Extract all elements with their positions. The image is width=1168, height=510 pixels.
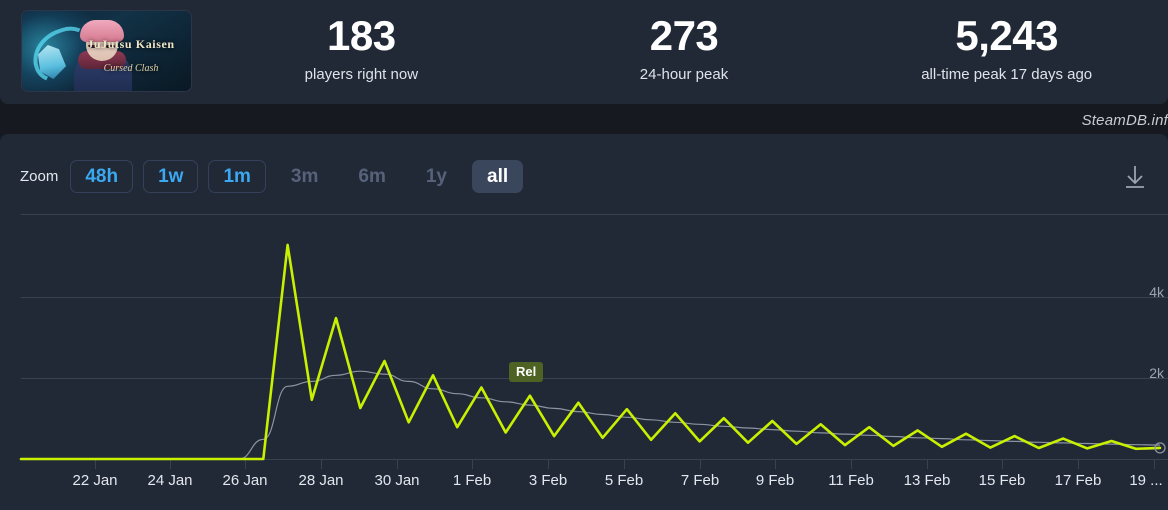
stat-label: all-time peak 17 days ago — [921, 66, 1093, 84]
game-capsule-image[interactable]: JuJutsu Kaisen Cursed Clash — [22, 11, 191, 91]
zoom-range-3m[interactable]: 3m — [276, 160, 333, 193]
chart-zoom-controls: Zoom 48h 1w 1m 3m 6m 1y all — [20, 160, 524, 193]
stat-value: 183 — [327, 12, 396, 59]
stat-value: 5,243 — [955, 12, 1058, 59]
capsule-game-subtitle: Cursed Clash — [103, 63, 159, 74]
steamdb-branding: SteamDB.inf — [1081, 112, 1168, 129]
stat-label: players right now — [304, 66, 419, 84]
chart-plot-area: 4k 2k 22 Jan 24 Jan 26 Jan 28 Jan 30 Jan… — [0, 214, 1168, 510]
zoom-range-1m[interactable]: 1m — [208, 160, 266, 193]
download-icon[interactable] — [1118, 160, 1152, 194]
chart-series-svg — [19, 243, 1166, 461]
page-background-strip — [0, 104, 1168, 134]
zoom-range-all[interactable]: all — [472, 160, 524, 193]
stats-row: 183 players right now 273 24-hour peak 5… — [200, 0, 1168, 104]
stat-24-hour-peak: 273 24-hour peak — [523, 0, 846, 104]
release-annotation-flag[interactable]: Rel — [509, 362, 544, 383]
zoom-range-1w[interactable]: 1w — [143, 160, 199, 193]
game-stats-header: JuJutsu Kaisen Cursed Clash 183 players … — [0, 0, 1168, 104]
zoom-label: Zoom — [20, 168, 59, 185]
peak-players-line — [19, 243, 1162, 461]
stat-value: 273 — [649, 12, 719, 59]
zoom-range-6m[interactable]: 6m — [343, 160, 400, 193]
stat-players-right-now: 183 players right now — [200, 0, 523, 104]
capsule-game-title: JuJutsu Kaisen — [87, 37, 175, 51]
zoom-range-1y[interactable]: 1y — [411, 160, 462, 193]
stat-label: 24-hour peak — [639, 66, 729, 84]
steamdb-chart-page: JuJutsu Kaisen Cursed Clash 183 players … — [0, 0, 1168, 510]
zoom-range-48h[interactable]: 48h — [70, 160, 134, 193]
player-count-chart-panel: Zoom 48h 1w 1m 3m 6m 1y all 4k 2k 22 Jan… — [0, 134, 1168, 510]
stat-all-time-peak: 5,243 all-time peak 17 days ago — [845, 0, 1168, 104]
